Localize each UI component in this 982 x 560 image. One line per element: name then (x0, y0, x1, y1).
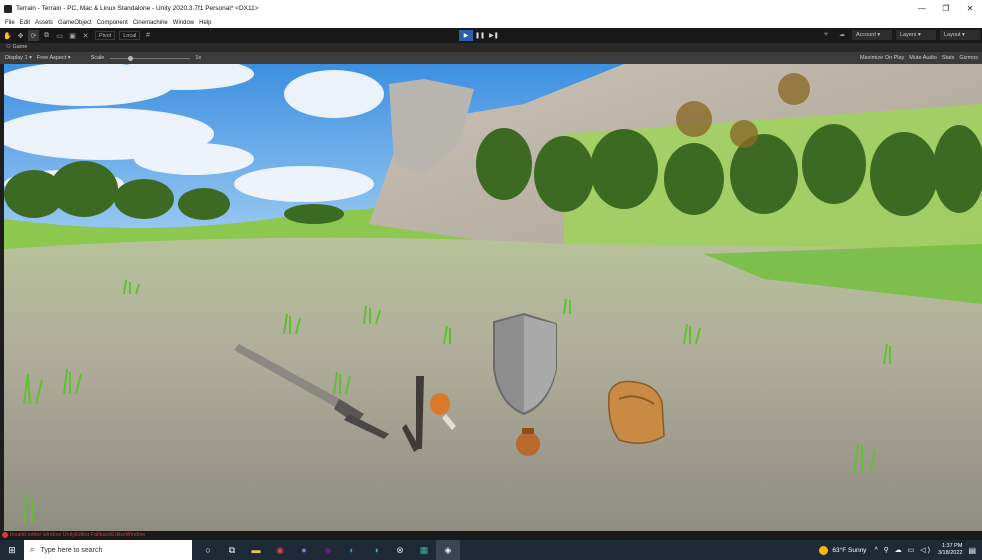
window-titlebar: Terrain - Terrain - PC, Mac & Linux Stan… (0, 0, 982, 17)
menu-component[interactable]: Component (97, 20, 128, 26)
minimize-button[interactable]: — (910, 4, 934, 13)
game-tab-label: Game (12, 44, 28, 50)
display-dropdown[interactable]: Display 1 ▾ (5, 55, 32, 61)
game-tab[interactable]: ⚇ Game (0, 43, 982, 52)
toolbar-right: ✳ ☁ Account ▾ Layers ▾ Layout ▾ (816, 30, 980, 40)
menu-cinemachine[interactable]: Cinemachine (133, 20, 168, 26)
play-button[interactable]: ▶ (459, 30, 473, 41)
pause-button[interactable]: ❚❚ (473, 30, 487, 41)
hand-tool-icon[interactable]: ✋ (2, 30, 13, 41)
layers-dropdown[interactable]: Layers ▾ (896, 30, 936, 40)
grid-snap-icon[interactable]: # (142, 30, 153, 41)
game-viewport[interactable] (4, 64, 982, 531)
move-tool-icon[interactable]: ✥ (15, 30, 26, 41)
search-icon: ⌕ (30, 545, 35, 554)
aspect-label: Free Aspect (36, 55, 67, 61)
menu-gameobject[interactable]: GameObject (58, 20, 92, 26)
local-toggle[interactable]: Local (119, 31, 141, 40)
close-button[interactable]: ✕ (958, 4, 982, 13)
menu-edit[interactable]: Edit (20, 20, 30, 26)
game-view-bar: Display 1 ▾ Free Aspect ▾ Scale 1x Maxim… (0, 52, 982, 64)
unity-icon[interactable]: ◈ (436, 540, 460, 560)
layout-dropdown[interactable]: Layout ▾ (940, 30, 980, 40)
error-icon (2, 532, 8, 538)
account-dropdown[interactable]: Account ▾ (852, 30, 892, 40)
scale-label: Scale (90, 55, 105, 61)
maximize-on-play-toggle[interactable]: Maximize On Play (860, 55, 904, 61)
clock[interactable]: 1:37 PM 3/18/2022 (938, 543, 962, 557)
rect-tool-icon[interactable]: ▭ (54, 30, 65, 41)
app-blue-icon[interactable]: ◐ (340, 540, 364, 560)
system-tray: 63°F Sunny ^ ⚲ ☁ ▭ ◁) 1:37 PM 3/18/2022 … (819, 540, 982, 560)
weather-widget[interactable]: 63°F Sunny (819, 545, 867, 555)
custom-tool-icon[interactable]: ✕ (80, 30, 91, 41)
collab-icon[interactable]: ✳ (820, 30, 832, 40)
taskbar-search-input[interactable]: ⌕ Type here to search (24, 540, 192, 560)
menu-help[interactable]: Help (199, 20, 211, 26)
cortana-icon[interactable]: ○ (196, 540, 220, 560)
xbox-icon[interactable]: ⊗ (388, 540, 412, 560)
search-placeholder: Type here to search (40, 546, 103, 554)
scale-value: 1x (195, 55, 202, 61)
clock-date: 3/18/2022 (937, 550, 963, 556)
window-title: Terrain - Terrain - PC, Mac & Linux Stan… (16, 5, 259, 12)
step-button[interactable]: ▶❚ (487, 30, 501, 41)
windows-start-icon[interactable]: ⊞ (0, 545, 24, 556)
pivot-label: Pivot (99, 33, 112, 39)
pivot-toggle[interactable]: Pivot (95, 31, 116, 40)
scale-tool-icon[interactable]: ⧉ (41, 30, 52, 41)
sun-icon (819, 545, 829, 555)
file-explorer-icon[interactable]: ▬ (244, 540, 268, 560)
temperature: 63°F (832, 546, 847, 554)
play-controls: ▶ ❚❚ ▶❚ (459, 30, 501, 41)
discord-icon[interactable]: ● (292, 540, 316, 560)
windows-taskbar: ⊞ ⌕ Type here to search ○ ⧉ ▬ ◉ ● ◆ ◐ ◑ … (0, 540, 982, 560)
scene-render (4, 64, 982, 531)
notification-icon[interactable]: ▤ (968, 546, 976, 555)
layers-label: Layers (900, 32, 917, 38)
weather-label: Sunny (848, 546, 867, 554)
unity-logo-icon (4, 4, 12, 13)
taskbar-apps: ○ ⧉ ▬ ◉ ● ◆ ◐ ◑ ⊗ ▦ ◈ (196, 540, 460, 560)
clock-time: 1:37 PM (941, 543, 963, 549)
scale-slider[interactable] (110, 55, 191, 61)
display-label: Display 1 (5, 55, 28, 61)
menu-window[interactable]: Window (173, 20, 194, 26)
console-status-bar[interactable]: Invalid editor window UnityEditor.Fallba… (0, 531, 982, 540)
mute-audio-toggle[interactable]: Mute Audio (909, 55, 937, 61)
maximize-button[interactable]: ❐ (934, 4, 958, 13)
status-message: Invalid editor window UnityEditor.Fallba… (10, 532, 146, 538)
stats-toggle[interactable]: Stats (942, 55, 955, 61)
layout-label: Layout (944, 32, 961, 38)
menu-bar: File Edit Assets GameObject Component Ci… (0, 17, 982, 28)
edge-icon[interactable]: ◑ (364, 540, 388, 560)
menu-file[interactable]: File (5, 20, 15, 26)
tray-icons[interactable]: ^ ⚲ ☁ ▭ ◁) (874, 546, 932, 554)
visual-studio-icon[interactable]: ◆ (316, 540, 340, 560)
local-label: Local (123, 33, 137, 39)
maps-icon[interactable]: ▦ (412, 540, 436, 560)
account-label: Account (856, 32, 876, 38)
main-toolbar: ✋ ✥ ⟳ ⧉ ▭ ▣ ✕ Pivot Local # ▶ ❚❚ ▶❚ ✳ ☁ … (0, 28, 982, 43)
transform-tool-icon[interactable]: ▣ (67, 30, 78, 41)
task-view-icon[interactable]: ⧉ (220, 540, 244, 560)
chrome-icon[interactable]: ◉ (268, 540, 292, 560)
scale-slider-knob[interactable] (128, 55, 134, 61)
gizmos-toggle[interactable]: Gizmos (959, 55, 978, 61)
menu-assets[interactable]: Assets (35, 20, 53, 26)
aspect-dropdown[interactable]: Free Aspect ▾ (37, 55, 71, 61)
cloud-icon[interactable]: ☁ (836, 30, 848, 40)
rotate-tool-icon[interactable]: ⟳ (28, 30, 39, 41)
